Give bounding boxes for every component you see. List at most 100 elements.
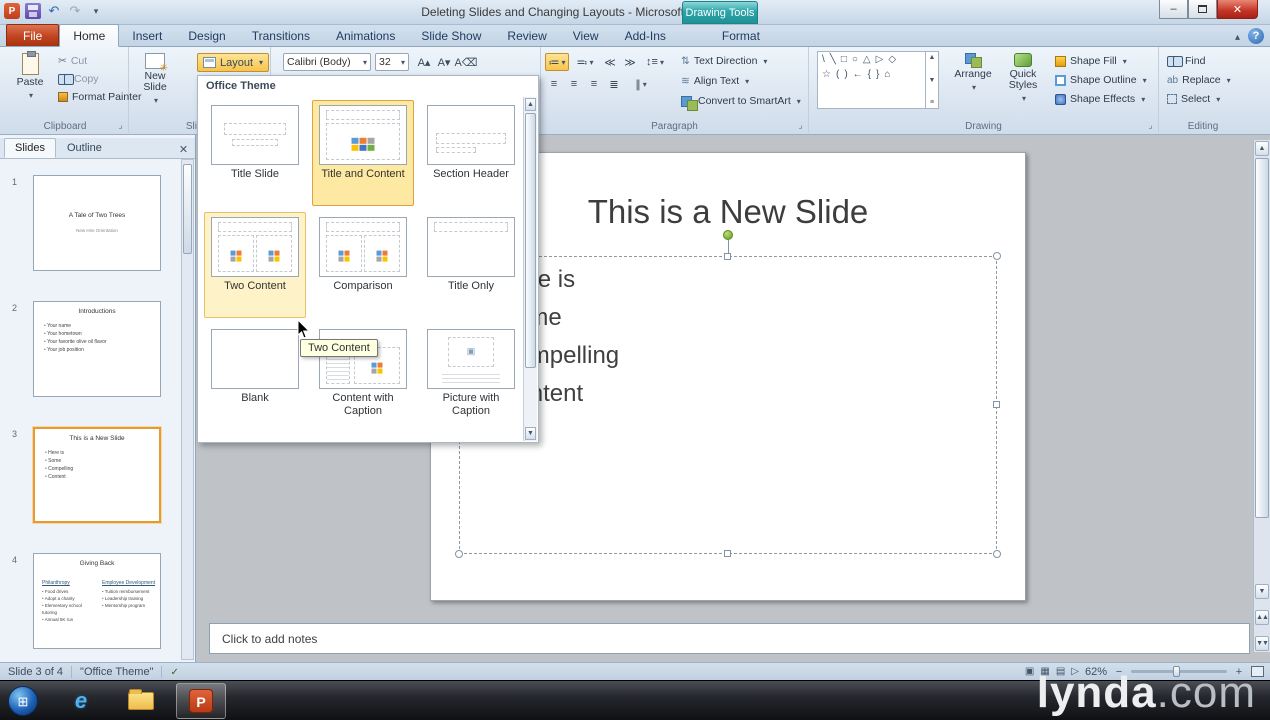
slide-bullet-list[interactable]: Here is Some Compelling Content <box>474 261 988 413</box>
shape-effects-button[interactable]: Shape Effects <box>1055 93 1145 105</box>
gallery-scrollbar-thumb[interactable] <box>525 113 536 368</box>
increase-indent-icon[interactable]: ≫ <box>621 53 639 71</box>
new-slide-button[interactable]: New Slide <box>134 49 176 106</box>
layout-option-comparison[interactable]: Comparison <box>312 212 414 318</box>
tab-outline[interactable]: Outline <box>56 138 113 158</box>
slides-panel-scrollbar-thumb[interactable] <box>183 164 192 254</box>
replace-button[interactable]: ab Replace <box>1167 74 1231 86</box>
start-button[interactable]: ⊞ <box>8 686 38 716</box>
tab-slide-show[interactable]: Slide Show <box>408 25 494 46</box>
quick-styles-button[interactable]: Quick Styles <box>999 49 1047 104</box>
drawing-dialog-launcher[interactable] <box>1145 120 1156 131</box>
taskbar-powerpoint[interactable]: P <box>176 683 226 719</box>
align-center-icon[interactable]: ≡ <box>565 75 583 93</box>
layout-option-title-only[interactable]: Title Only <box>420 212 522 318</box>
tab-slides-thumbnails[interactable]: Slides <box>4 138 56 158</box>
tab-review[interactable]: Review <box>494 25 559 46</box>
tab-home[interactable]: Home <box>59 24 120 47</box>
tab-format[interactable]: Format <box>709 25 773 46</box>
undo-icon[interactable] <box>46 3 62 19</box>
scroll-down-icon[interactable]: ▼ <box>1255 584 1269 599</box>
convert-to-smartart-button[interactable]: Convert to SmartArt <box>681 95 801 111</box>
find-button[interactable]: Find <box>1167 55 1205 67</box>
slide-bullet[interactable]: Content <box>474 375 988 413</box>
help-icon[interactable]: ? <box>1248 28 1264 44</box>
shrink-font-icon[interactable]: A▾ <box>435 54 453 70</box>
clipboard-dialog-launcher[interactable] <box>115 120 126 131</box>
line-spacing-icon[interactable]: ↕≡ <box>643 53 667 71</box>
minimize-ribbon-icon[interactable] <box>1235 29 1240 43</box>
justify-icon[interactable]: ≣ <box>605 75 623 93</box>
resize-handle-bottom-left[interactable] <box>455 550 463 558</box>
previous-slide-icon[interactable]: ▲▲ <box>1255 610 1269 625</box>
shapes-scroll-up-icon[interactable]: ▲ <box>929 54 936 61</box>
save-icon[interactable] <box>25 3 41 19</box>
normal-view-icon[interactable]: ▣ <box>1025 666 1034 677</box>
tab-view[interactable]: View <box>560 25 612 46</box>
shapes-gallery[interactable]: \ ╲ □ ○ △ ▷ ◇ ☆() ←{} ⌂ ▲ ▼ ≡ <box>817 51 939 109</box>
shapes-scroll-down-icon[interactable]: ▼ <box>929 77 936 84</box>
tab-design[interactable]: Design <box>175 25 238 46</box>
paragraph-dialog-launcher[interactable] <box>795 120 806 131</box>
grow-font-icon[interactable]: A▴ <box>415 54 433 70</box>
customize-quick-access-icon[interactable] <box>88 3 104 19</box>
tab-animations[interactable]: Animations <box>323 25 408 46</box>
spell-check-icon[interactable] <box>170 666 178 678</box>
align-text-button[interactable]: ≋ Align Text <box>681 75 749 87</box>
layout-option-two-content[interactable]: Two Content <box>204 212 306 318</box>
gallery-scroll-down-icon[interactable]: ▼ <box>525 427 536 440</box>
tab-file[interactable]: File <box>6 24 60 46</box>
taskbar-file-explorer[interactable] <box>116 683 166 719</box>
layout-option-picture-with-caption[interactable]: ▣ Picture with Caption <box>420 324 522 430</box>
slide-bullet[interactable]: Some <box>474 299 988 337</box>
decrease-indent-icon[interactable]: ≪ <box>601 53 619 71</box>
rotation-handle[interactable] <box>723 230 733 240</box>
align-right-icon[interactable]: ≡ <box>585 75 603 93</box>
maximize-button[interactable] <box>1188 0 1217 19</box>
gallery-scrollbar[interactable]: ▲ ▼ <box>523 97 537 441</box>
slide-bullet[interactable]: Here is <box>474 261 988 299</box>
tab-transitions[interactable]: Transitions <box>239 25 323 46</box>
resize-handle-bottom-right[interactable] <box>993 550 1001 558</box>
powerpoint-app-icon[interactable]: P <box>4 3 20 19</box>
layout-button[interactable]: Layout <box>197 53 270 72</box>
slide-thumbnail-1[interactable]: A Tale of Two Trees New Hire Orientation <box>33 175 161 271</box>
close-button[interactable]: ✕ <box>1217 0 1258 19</box>
slide-bullet[interactable]: Compelling <box>474 337 988 375</box>
content-placeholder[interactable]: Here is Some Compelling Content <box>455 230 1001 558</box>
font-size-combo[interactable]: 32 <box>375 53 409 71</box>
tab-add-ins[interactable]: Add-Ins <box>612 25 679 46</box>
slide-thumbnail-4[interactable]: Giving Back Philanthropy Food drives Ado… <box>33 553 161 649</box>
numbering-icon[interactable]: ≕ <box>573 53 597 71</box>
slide-thumbnail-2[interactable]: Introductions Your name Your hometown Yo… <box>33 301 161 397</box>
slide-thumbnail-3-selected[interactable]: This is a New Slide Here is Some Compell… <box>33 427 161 523</box>
scrollbar-thumb[interactable] <box>1255 158 1269 518</box>
next-slide-icon[interactable]: ▼▼ <box>1255 636 1269 651</box>
shapes-more-icon[interactable]: ≡ <box>930 99 934 106</box>
notes-pane[interactable]: Click to add notes <box>209 623 1250 654</box>
vertical-scrollbar[interactable]: ▲ ▼ ▲▲ ▼▼ <box>1253 140 1270 652</box>
columns-icon[interactable]: ∥ <box>629 75 653 93</box>
clear-formatting-icon[interactable]: A⌫ <box>455 54 478 70</box>
bullets-icon[interactable]: ≔ <box>545 53 569 71</box>
scroll-up-icon[interactable]: ▲ <box>1255 141 1269 156</box>
layout-option-blank[interactable]: Blank <box>204 324 306 430</box>
tab-insert[interactable]: Insert <box>119 25 175 46</box>
layout-option-title-and-content[interactable]: Title and Content <box>312 100 414 206</box>
arrange-button[interactable]: Arrange <box>951 49 995 93</box>
layout-option-section-header[interactable]: Section Header <box>420 100 522 206</box>
resize-handle-top[interactable] <box>724 253 731 260</box>
gallery-scroll-up-icon[interactable]: ▲ <box>525 98 536 111</box>
slides-panel-scrollbar[interactable] <box>181 159 194 660</box>
shapes-gallery-scrollbar[interactable]: ▲ ▼ ≡ <box>925 52 938 108</box>
close-panel-icon[interactable]: ✕ <box>176 143 191 158</box>
slide-title[interactable]: This is a New Slide <box>461 193 995 231</box>
copy-button[interactable]: Copy <box>58 73 99 85</box>
redo-icon[interactable] <box>67 3 83 19</box>
select-button[interactable]: Select <box>1167 93 1220 105</box>
align-left-icon[interactable]: ≡ <box>545 75 563 93</box>
taskbar-internet-explorer[interactable]: e <box>56 683 106 719</box>
shape-outline-button[interactable]: Shape Outline <box>1055 74 1147 86</box>
resize-handle-right[interactable] <box>993 401 1000 408</box>
resize-handle-bottom[interactable] <box>724 550 731 557</box>
